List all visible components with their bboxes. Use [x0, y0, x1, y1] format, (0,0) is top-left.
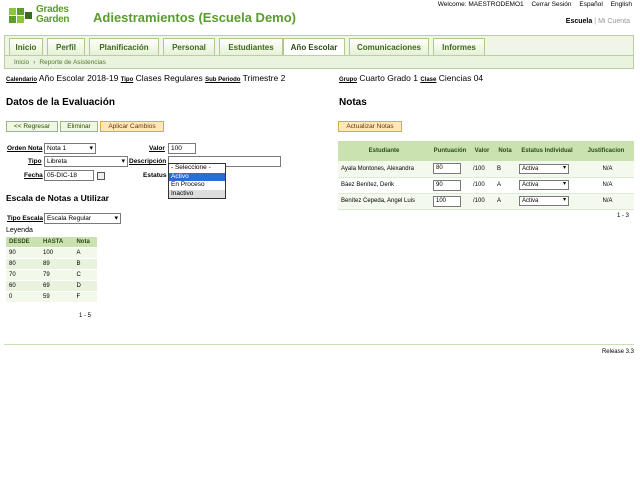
- context-left: Calendario Año Escolar 2018-19 Tipo Clas…: [6, 73, 285, 83]
- my-account-link[interactable]: Mi Cuenta: [598, 18, 630, 25]
- footer-divider: [4, 344, 634, 345]
- school-link[interactable]: Escuela: [566, 18, 592, 25]
- col-header: HASTA: [40, 237, 74, 248]
- table-row: 0 59 F: [6, 291, 97, 303]
- status-option[interactable]: - Seleccione -: [169, 164, 225, 173]
- logo-icon: [9, 8, 32, 23]
- col-header: Puntuación: [430, 141, 470, 161]
- score-input[interactable]: 100: [433, 195, 461, 207]
- context-right: Grupo Cuarto Grado 1 Clase Ciencias 04: [339, 73, 483, 83]
- table-row: Báez Benítez, Derik 90 /100 A Activa N/A: [338, 177, 634, 194]
- individual-status-select[interactable]: Activa: [519, 180, 569, 190]
- delete-button[interactable]: Eliminar: [60, 121, 98, 132]
- lang-en-link[interactable]: English: [611, 1, 632, 8]
- date-input[interactable]: 05-DIC-18: [44, 170, 94, 181]
- value-input[interactable]: 100: [168, 143, 196, 154]
- main-nav: Inicio Perfil Planificación Personal Est…: [4, 35, 634, 56]
- individual-status-select[interactable]: Activa: [519, 163, 569, 174]
- score-input[interactable]: 90: [433, 179, 461, 191]
- col-header: Justificacion: [578, 141, 634, 161]
- col-header: Valor: [470, 141, 494, 161]
- table-row: 60 69 D: [6, 280, 97, 292]
- col-header: Estudiante: [338, 141, 430, 161]
- welcome-text: Welcome: MAESTRODEMO1: [437, 1, 524, 8]
- table-row: Ayala Montones, Alexandra 80 /100 B Acti…: [338, 161, 634, 178]
- tab-inicio[interactable]: Inicio: [9, 38, 43, 56]
- scale-table: DESDE HASTA Nota 90 100 A 80 89 B 70 79 C 60 69…: [6, 237, 97, 303]
- class-label: Clase: [420, 77, 437, 83]
- col-header: Estatus Individual: [516, 141, 578, 161]
- calendar-icon[interactable]: [97, 172, 105, 180]
- table-row: Benítez Cepeda, Angel Luis 100 /100 A Ac…: [338, 193, 634, 210]
- type-select[interactable]: Libreta: [44, 156, 128, 167]
- status-option[interactable]: En Proceso: [169, 181, 225, 190]
- tab-ano-escolar[interactable]: Año Escolar: [283, 38, 345, 56]
- school-title: Adiestramientos (Escuela Demo): [93, 10, 297, 25]
- legend-label: Leyenda: [6, 227, 33, 234]
- col-header: Nota: [73, 237, 97, 248]
- scale-title: Escala de Notas a Utilizar: [6, 193, 109, 203]
- update-grades-button[interactable]: Actualizar Notas: [338, 121, 402, 132]
- order-label: Orden Nota: [7, 145, 43, 152]
- evaluation-title: Datos de la Evaluación: [6, 97, 115, 108]
- grades-pager: 1 - 3: [617, 213, 630, 219]
- individual-status-select[interactable]: Activa: [519, 196, 569, 206]
- tab-estudiantes[interactable]: Estudiantes: [219, 38, 283, 56]
- lang-es-link[interactable]: Español: [579, 1, 603, 8]
- date-label: Fecha: [24, 172, 43, 179]
- subperiod-label: Sub Periodo: [205, 77, 241, 83]
- release-version: Release 3.3: [601, 349, 634, 355]
- apply-changes-button[interactable]: Aplicar Cambios: [100, 121, 164, 132]
- status-dropdown[interactable]: - Seleccione - Activo En Proceso Inactiv…: [168, 163, 226, 199]
- breadcrumb: Inicio › Reporte de Asistencias: [4, 55, 634, 69]
- breadcrumb-home[interactable]: Inicio: [14, 59, 29, 66]
- status-label: Estatus: [143, 172, 167, 179]
- col-header: DESDE: [6, 237, 41, 248]
- notas-title: Notas: [339, 97, 367, 108]
- subperiod-value: Trimestre 2: [242, 73, 286, 83]
- tab-personal[interactable]: Personal: [163, 38, 215, 56]
- grades-garden-logo[interactable]: Grades Garden: [8, 4, 80, 28]
- group-label: Grupo: [339, 77, 357, 83]
- tab-comunicaciones[interactable]: Comunicaciones: [349, 38, 429, 56]
- value-label: Valor: [149, 145, 165, 152]
- calendar-label: Calendario: [6, 77, 38, 83]
- student-name: Benítez Cepeda, Angel Luis: [338, 193, 430, 210]
- table-row: 90 100 A: [6, 247, 97, 259]
- tab-perfil[interactable]: Perfil: [47, 38, 85, 56]
- table-row: 80 89 B: [6, 258, 97, 270]
- breadcrumb-separator-icon: ›: [33, 58, 36, 66]
- tab-informes[interactable]: Informes: [433, 38, 485, 56]
- status-option[interactable]: Inactivo: [169, 189, 225, 198]
- order-select[interactable]: Nota 1: [44, 143, 96, 154]
- logout-link[interactable]: Cerrar Sesión: [531, 1, 571, 8]
- student-name: Ayala Montones, Alexandra: [338, 161, 430, 178]
- breadcrumb-current: Reporte de Asistencias: [39, 58, 106, 66]
- scale-type-select[interactable]: Escala Regular: [44, 213, 121, 224]
- back-button[interactable]: << Regresar: [6, 121, 58, 132]
- module-switch: Escuela | Mi Cuenta: [565, 18, 630, 25]
- calendar-value: Año Escolar 2018-19: [38, 73, 119, 83]
- type-value: Clases Regulares: [135, 73, 203, 83]
- scale-pager: 1 - 5: [79, 313, 92, 319]
- logo-text: Grades Garden: [36, 4, 70, 25]
- class-value: Ciencias 04: [438, 73, 484, 83]
- type-field-label: Tipo: [28, 158, 42, 165]
- type-label: Tipo: [120, 77, 134, 83]
- scale-type-label: Tipo Escala: [7, 215, 44, 222]
- description-label: Descripción: [129, 158, 167, 165]
- status-option-selected[interactable]: Activo: [169, 172, 225, 181]
- col-header: Nota: [494, 141, 516, 161]
- tab-planificacion[interactable]: Planificación: [89, 38, 159, 56]
- student-name: Báez Benítez, Derik: [338, 177, 430, 194]
- top-links: Welcome: MAESTRODEMO1 Cerrar Sesión Espa…: [432, 1, 632, 8]
- grades-table: Estudiante Puntuación Valor Nota Estatus…: [338, 141, 634, 210]
- group-value: Cuarto Grado 1: [359, 73, 418, 83]
- score-input[interactable]: 80: [433, 163, 461, 175]
- table-row: 70 79 C: [6, 269, 97, 281]
